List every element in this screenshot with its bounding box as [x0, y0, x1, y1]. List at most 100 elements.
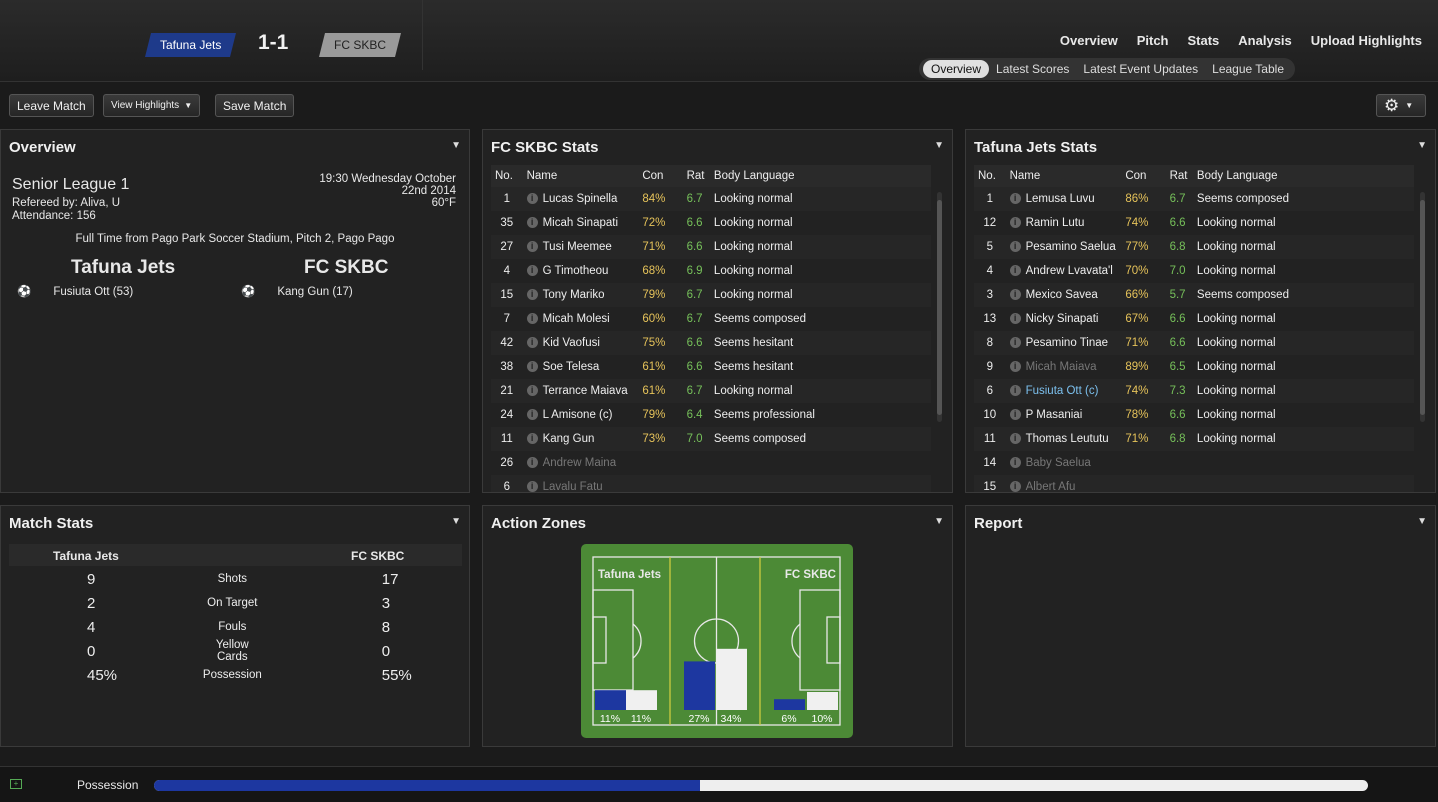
info-icon[interactable]: i — [526, 265, 538, 277]
info-icon[interactable]: i — [1009, 241, 1021, 253]
column-header[interactable]: Con — [638, 165, 683, 187]
info-icon[interactable]: i — [1009, 265, 1021, 277]
player-name-text[interactable]: Tusi Meemee — [543, 241, 612, 253]
player-name-text[interactable]: Andrew Lvavata'l — [1026, 265, 1113, 277]
column-header[interactable]: No. — [974, 165, 1006, 187]
table-row[interactable]: 14 i Baby Saelua — [974, 451, 1414, 475]
info-icon[interactable]: i — [1009, 337, 1021, 349]
table-row[interactable]: 10 i P Masaniai 78% 6.6 Looking normal — [974, 403, 1414, 427]
player-name-text[interactable]: Andrew Maina — [543, 457, 617, 469]
column-header[interactable]: Body Language — [1192, 165, 1414, 187]
scrollbar[interactable] — [937, 192, 942, 422]
info-icon[interactable]: i — [526, 289, 538, 301]
player-name-text[interactable]: G Timotheou — [543, 265, 609, 277]
table-row[interactable]: 3 i Mexico Savea 66% 5.7 Seems composed — [974, 283, 1414, 307]
player-name-text[interactable]: Tony Mariko — [543, 289, 605, 301]
info-icon[interactable]: i — [1009, 313, 1021, 325]
save-match-button[interactable]: Save Match — [215, 94, 295, 117]
table-row[interactable]: 11 i Thomas Leututu 71% 6.8 Looking normal — [974, 427, 1414, 451]
table-row[interactable]: 6 i Lavalu Fatu — [491, 475, 931, 492]
settings-button[interactable]: ⚙ ▼ — [1376, 94, 1426, 117]
player-name-text[interactable]: Lucas Spinella — [543, 193, 618, 205]
table-row[interactable]: 27 i Tusi Meemee 71% 6.6 Looking normal — [491, 235, 931, 259]
collapse-icon[interactable]: ▼ — [934, 140, 944, 151]
table-row[interactable]: 7 i Micah Molesi 60% 6.7 Seems composed — [491, 307, 931, 331]
player-name-text[interactable]: P Masaniai — [1026, 409, 1083, 421]
info-icon[interactable]: i — [1009, 481, 1021, 492]
subnav-league-table[interactable]: League Table — [1205, 62, 1291, 76]
column-header[interactable]: Name — [522, 165, 639, 187]
info-icon[interactable]: i — [526, 433, 538, 445]
column-header[interactable]: Rat — [1165, 165, 1193, 187]
home-team-badge[interactable]: Tafuna Jets — [145, 33, 237, 57]
info-icon[interactable]: i — [526, 481, 538, 492]
info-icon[interactable]: i — [526, 217, 538, 229]
table-row[interactable]: 42 i Kid Vaofusi 75% 6.6 Seems hesitant — [491, 331, 931, 355]
player-name-text[interactable]: Nicky Sinapati — [1026, 313, 1099, 325]
nav-upload-highlights[interactable]: Upload Highlights — [1311, 33, 1422, 48]
scrollbar[interactable] — [1420, 192, 1425, 422]
scroll-thumb[interactable] — [1420, 200, 1425, 415]
player-name-text[interactable]: Micah Molesi — [543, 313, 610, 325]
column-header[interactable]: Rat — [682, 165, 710, 187]
info-icon[interactable]: i — [1009, 433, 1021, 445]
info-icon[interactable]: i — [1009, 361, 1021, 373]
info-icon[interactable]: i — [526, 337, 538, 349]
player-name-text[interactable]: Kid Vaofusi — [543, 337, 600, 349]
table-row[interactable]: 5 i Pesamino Saelua 77% 6.8 Looking normal — [974, 235, 1414, 259]
table-row[interactable]: 12 i Ramin Lutu 74% 6.6 Looking normal — [974, 211, 1414, 235]
nav-analysis[interactable]: Analysis — [1238, 33, 1291, 48]
collapse-icon[interactable]: ▼ — [451, 140, 461, 151]
column-header[interactable]: No. — [491, 165, 523, 187]
player-name-text[interactable]: Ramin Lutu — [1026, 217, 1085, 229]
subnav-overview[interactable]: Overview — [923, 60, 990, 78]
table-row[interactable]: 9 i Micah Maiava 89% 6.5 Looking normal — [974, 355, 1414, 379]
table-row[interactable]: 24 i L Amisone (c) 79% 6.4 Seems professional — [491, 403, 931, 427]
table-row[interactable]: 6 i Fusiuta Ott (c) 74% 7.3 Looking normal — [974, 379, 1414, 403]
away-team-badge[interactable]: FC SKBC — [319, 33, 402, 57]
table-row[interactable]: 11 i Kang Gun 73% 7.0 Seems composed — [491, 427, 931, 451]
table-row[interactable]: 1 i Lemusa Luvu 86% 6.7 Seems composed — [974, 187, 1414, 211]
table-row[interactable]: 13 i Nicky Sinapati 67% 6.6 Looking normal — [974, 307, 1414, 331]
player-name-text[interactable]: Pesamino Saelua — [1026, 241, 1116, 253]
table-row[interactable]: 1 i Lucas Spinella 84% 6.7 Looking normal — [491, 187, 931, 211]
info-icon[interactable]: i — [526, 361, 538, 373]
player-name-text[interactable]: Lavalu Fatu — [543, 481, 603, 492]
player-name-text[interactable]: Mexico Savea — [1026, 289, 1098, 301]
info-icon[interactable]: i — [526, 193, 538, 205]
player-name-text[interactable]: Albert Afu — [1026, 481, 1076, 492]
info-icon[interactable]: i — [526, 457, 538, 469]
subnav-latest-event-updates[interactable]: Latest Event Updates — [1076, 62, 1205, 76]
info-icon[interactable]: i — [1009, 217, 1021, 229]
player-name-text[interactable]: Baby Saelua — [1026, 457, 1091, 469]
table-row[interactable]: 26 i Andrew Maina — [491, 451, 931, 475]
table-row[interactable]: 4 i G Timotheou 68% 6.9 Looking normal — [491, 259, 931, 283]
table-row[interactable]: 15 i Albert Afu — [974, 475, 1414, 492]
table-row[interactable]: 4 i Andrew Lvavata'l 70% 7.0 Looking normal — [974, 259, 1414, 283]
player-name-text[interactable]: Soe Telesa — [543, 361, 600, 373]
subnav-latest-scores[interactable]: Latest Scores — [989, 62, 1076, 76]
info-icon[interactable]: i — [526, 313, 538, 325]
player-name-text[interactable]: L Amisone (c) — [543, 409, 613, 421]
player-name-text[interactable]: Pesamino Tinae — [1026, 337, 1108, 349]
view-highlights-button[interactable]: View Highlights ▼ — [103, 94, 201, 117]
info-icon[interactable]: i — [526, 409, 538, 421]
info-icon[interactable]: i — [1009, 457, 1021, 469]
collapse-icon[interactable]: ▼ — [1417, 140, 1427, 151]
info-icon[interactable]: i — [526, 241, 538, 253]
column-header[interactable]: Con — [1121, 165, 1166, 187]
nav-stats[interactable]: Stats — [1188, 33, 1220, 48]
table-row[interactable]: 8 i Pesamino Tinae 71% 6.6 Looking normal — [974, 331, 1414, 355]
player-name-text[interactable]: Micah Sinapati — [543, 217, 618, 229]
column-header[interactable]: Body Language — [709, 165, 931, 187]
player-name-text[interactable]: Kang Gun — [543, 433, 595, 445]
collapse-icon[interactable]: ▼ — [934, 516, 944, 527]
home-scorer[interactable]: Fusiuta Ott (53) — [53, 286, 133, 298]
nav-pitch[interactable]: Pitch — [1137, 33, 1169, 48]
info-icon[interactable]: i — [1009, 193, 1021, 205]
player-name-text[interactable]: Micah Maiava — [1026, 361, 1097, 373]
leave-match-button[interactable]: Leave Match — [9, 94, 94, 117]
nav-overview[interactable]: Overview — [1060, 33, 1118, 48]
column-header[interactable]: Name — [1005, 165, 1122, 187]
away-scorer[interactable]: Kang Gun (17) — [277, 286, 352, 298]
